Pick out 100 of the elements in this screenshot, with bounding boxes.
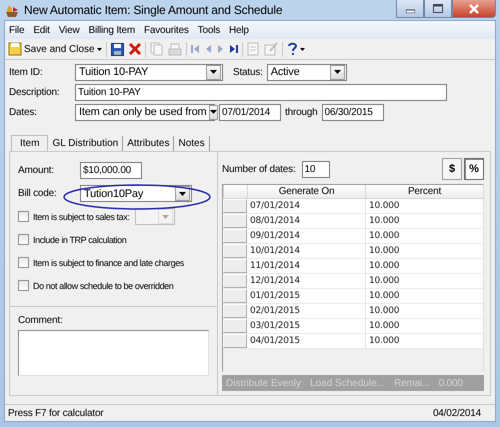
save-and-close-button[interactable]: Save and Close [7, 40, 103, 58]
table-cell-text: 12/01/2014 [249, 275, 301, 288]
window-title: New Automatic Item: Single Amount and Schedule [24, 3, 282, 17]
copy-icon [150, 42, 163, 56]
field-label: Description: [9, 86, 60, 98]
menu-item[interactable]: Edit [33, 24, 50, 36]
save-icon [110, 42, 124, 56]
dropdown-arrow-icon[interactable] [334, 70, 341, 74]
print-icon [168, 42, 182, 56]
dropdown-arrow-icon[interactable] [210, 70, 217, 74]
caret-icon [300, 48, 305, 50]
row-header[interactable] [223, 334, 247, 348]
status-text: Press F7 for calculator [8, 408, 104, 418]
row-header[interactable] [223, 319, 247, 333]
table-cell: 10.000 [365, 334, 483, 348]
table-cell-text: 11/01/2014 [249, 260, 301, 273]
field-label: Status: [233, 66, 263, 78]
field-label: Number of dates: [222, 164, 296, 174]
number-of-dates-field[interactable]: 10 [302, 160, 330, 178]
tab[interactable]: Attributes [123, 136, 174, 151]
tab[interactable]: GL Distribution [48, 136, 124, 151]
column-header: Percent [365, 185, 483, 198]
bill-code-dropdown[interactable]: Tution10Pay [80, 185, 192, 202]
toggle-button[interactable]: % [464, 158, 484, 180]
next-record-icon [216, 44, 224, 54]
table-cell: 10.000 [365, 214, 483, 228]
checkbox[interactable] [18, 280, 29, 291]
table-cell-text: 02/01/2015 [249, 305, 301, 318]
tab[interactable]: Item [11, 135, 48, 151]
status-dropdown[interactable]: Active [266, 64, 347, 80]
dropdown-arrow-icon[interactable] [210, 110, 218, 114]
checkbox[interactable] [18, 211, 29, 222]
save-button[interactable] [110, 40, 125, 58]
table-cell-text: 08/01/2014 [249, 215, 301, 228]
tax-code-dropdown[interactable] [135, 208, 176, 225]
start-date-field[interactable]: 07/01/2014 [219, 104, 281, 120]
delete-icon [128, 43, 141, 55]
toggle-button[interactable]: $ [442, 158, 462, 180]
menu-item[interactable]: Help [229, 24, 249, 36]
menu-item[interactable]: Favourites [144, 24, 189, 36]
item-id-dropdown[interactable]: Tuition 10-PAY [75, 64, 223, 80]
amount-field[interactable]: $10,000.00 [80, 162, 142, 179]
description-field[interactable]: Tuition 10-PAY [75, 84, 447, 100]
checkbox-label: Include in TRP calculation [33, 234, 126, 244]
table-cell: 10.000 [365, 304, 483, 318]
checkbox-label: Item is subject to sales tax: [33, 212, 130, 222]
menu-item[interactable]: Tools [198, 24, 220, 36]
date-range-dropdown[interactable]: Item can only be used from [75, 104, 215, 120]
row-header[interactable] [223, 199, 247, 213]
column-header: Generate On [247, 185, 365, 198]
row-header[interactable] [223, 214, 247, 228]
field-label: through [285, 106, 318, 118]
table-cell-text: 10/01/2014 [249, 245, 301, 258]
end-date-field[interactable]: 06/30/2015 [322, 104, 384, 120]
checkbox-label: Do not allow schedule to be overridden [33, 280, 174, 290]
row-header[interactable] [223, 259, 247, 273]
row-header[interactable] [223, 244, 247, 258]
checkbox[interactable] [18, 234, 29, 245]
minimize-button[interactable] [396, 0, 424, 18]
table-cell: 10.000 [365, 319, 483, 333]
help-icon [286, 42, 298, 56]
caret-icon [96, 48, 102, 50]
checkbox-label: Item is subject to finance and late charges [33, 258, 184, 268]
last-record-icon [228, 44, 238, 54]
dropdown-arrow-icon[interactable] [179, 192, 186, 196]
field-label: Item ID: [9, 66, 44, 78]
status-date: 04/02/2014 [432, 408, 481, 418]
edit-icon [264, 42, 278, 56]
field-label: Bill code: [18, 188, 58, 199]
row-header[interactable] [223, 274, 247, 288]
table-cell-text: 01/01/2015 [249, 290, 301, 303]
comment-field[interactable] [18, 330, 209, 376]
table-cell-text: 04/01/2015 [249, 335, 301, 348]
row-header[interactable] [223, 289, 247, 303]
field-label: Amount: [18, 165, 55, 176]
document-icon [246, 42, 259, 56]
field-label: Dates: [9, 106, 38, 118]
menu-item[interactable]: View [58, 24, 80, 36]
previous-record-icon [204, 44, 212, 54]
checkbox[interactable] [18, 257, 29, 268]
table-cell-text: 09/01/2014 [249, 230, 301, 243]
save-and-close-icon [8, 42, 22, 56]
first-record-icon [190, 44, 200, 54]
delete-button[interactable] [128, 40, 142, 58]
close-button[interactable] [452, 0, 496, 18]
table-cell: 10.000 [365, 289, 483, 303]
help-button[interactable] [286, 40, 306, 58]
menu-item[interactable]: Billing Item [88, 24, 135, 36]
maximize-button[interactable] [424, 0, 452, 18]
table-cell: 10.000 [365, 229, 483, 243]
table-cell: 10.000 [365, 199, 483, 213]
table-cell-text: 07/01/2014 [249, 200, 301, 213]
table-cell-text: 03/01/2015 [249, 320, 301, 333]
row-header[interactable] [223, 304, 247, 318]
field-label: Comment: [18, 315, 64, 326]
maximize-icon [433, 4, 443, 13]
tab[interactable]: Notes [174, 136, 210, 151]
menu-item[interactable]: File [9, 24, 24, 36]
table-cell: 10.000 [365, 259, 483, 273]
row-header[interactable] [223, 229, 247, 243]
